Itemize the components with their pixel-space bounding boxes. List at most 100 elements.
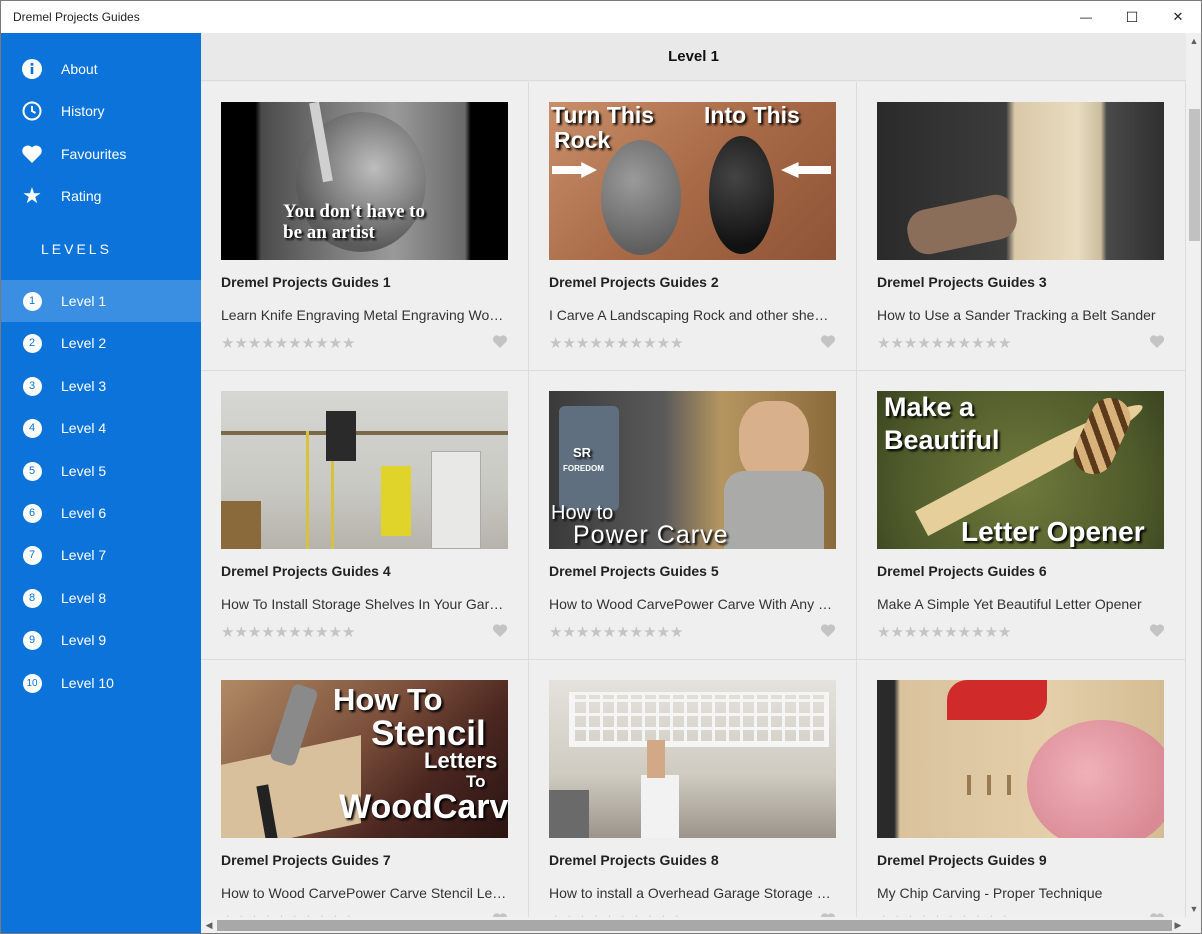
card-title: Dremel Projects Guides 5 xyxy=(549,563,719,579)
sidebar-item-level-6[interactable]: 6 Level 6 xyxy=(1,492,201,534)
video-card-5[interactable]: SR FOREDOM How to Power Carve Dremel Pro… xyxy=(529,371,857,660)
rating-stars[interactable]: ★★★★★★★★★★ xyxy=(877,334,1011,352)
sidebar-item-level-9[interactable]: 9 Level 9 xyxy=(1,619,201,661)
video-card-8[interactable]: Dremel Projects Guides 8 How to install … xyxy=(529,660,857,917)
level-number-icon: 6 xyxy=(21,502,43,524)
levels-header: LEVELS xyxy=(41,241,112,257)
video-thumbnail[interactable]: SR FOREDOM How to Power Carve xyxy=(549,391,836,549)
minimize-icon: — xyxy=(1080,10,1092,24)
sidebar-item-level-8[interactable]: 8 Level 8 xyxy=(1,577,201,619)
sidebar-item-level-5[interactable]: 5 Level 5 xyxy=(1,450,201,492)
scroll-down-arrow-icon[interactable]: ▼ xyxy=(1186,901,1201,917)
level-number-icon: 8 xyxy=(21,587,43,609)
card-description: How to Wood CarvePower Carve Stencil Le… xyxy=(221,885,507,901)
sidebar-item-history[interactable]: History xyxy=(1,90,201,132)
favourite-heart-icon[interactable] xyxy=(820,623,836,643)
sidebar-item-level-7[interactable]: 7 Level 7 xyxy=(1,534,201,576)
video-card-3[interactable]: Dremel Projects Guides 3 How to Use a Sa… xyxy=(857,82,1186,371)
video-card-2[interactable]: Turn This Rock Into This Dremel Projects… xyxy=(529,82,857,371)
video-thumbnail[interactable]: Make a Beautiful Letter Opener xyxy=(877,391,1164,549)
maximize-button[interactable]: ☐ xyxy=(1109,1,1155,33)
thumbnail-caption: Make a xyxy=(884,392,975,422)
sidebar-item-label: Level 2 xyxy=(61,335,107,351)
favourite-heart-icon[interactable] xyxy=(1149,623,1165,643)
thumbnail-caption: FOREDOM xyxy=(563,464,604,473)
window-title: Dremel Projects Guides xyxy=(13,10,140,24)
card-description: Learn Knife Engraving Metal Engraving Wo… xyxy=(221,307,504,323)
card-description: How to Wood CarvePower Carve With Any … xyxy=(549,596,832,612)
video-card-1[interactable]: You don't have to be an artist Dremel Pr… xyxy=(201,82,529,371)
card-description: How to Use a Sander Tracking a Belt Sand… xyxy=(877,307,1156,323)
card-title: Dremel Projects Guides 1 xyxy=(221,274,391,290)
clock-icon xyxy=(21,100,43,122)
title-bar: Dremel Projects Guides — ☐ ✕ xyxy=(1,1,1201,33)
thumbnail-caption: WoodCarve xyxy=(339,788,508,826)
video-card-4[interactable]: Dremel Projects Guides 4 How To Install … xyxy=(201,371,529,660)
rating-stars[interactable]: ★★★★★★★★★★ xyxy=(877,623,1011,641)
card-title: Dremel Projects Guides 3 xyxy=(877,274,1047,290)
favourite-heart-icon[interactable] xyxy=(1149,334,1165,354)
close-button[interactable]: ✕ xyxy=(1155,1,1201,33)
thumbnail-caption: be an artist xyxy=(283,222,375,243)
favourite-heart-icon[interactable] xyxy=(820,334,836,354)
sidebar-item-level-4[interactable]: 4 Level 4 xyxy=(1,407,201,449)
thumbnail-caption: You don't have to xyxy=(283,201,425,222)
rating-stars[interactable]: ★★★★★★★★★★ xyxy=(549,623,683,641)
minimize-button[interactable]: — xyxy=(1063,1,1109,33)
thumbnail-caption: How to xyxy=(551,502,614,524)
thumbnail-caption: Beautiful xyxy=(884,425,1000,455)
video-thumbnail[interactable] xyxy=(877,680,1164,838)
card-title: Dremel Projects Guides 2 xyxy=(549,274,719,290)
thumbnail-caption: Into This xyxy=(704,102,800,128)
level-number-icon: 10 xyxy=(21,672,43,694)
card-description: My Chip Carving - Proper Technique xyxy=(877,885,1103,901)
scroll-left-arrow-icon[interactable]: ◀ xyxy=(201,917,217,933)
horizontal-scrollbar[interactable]: ◀ ▶ xyxy=(201,917,1186,933)
scroll-up-arrow-icon[interactable]: ▲ xyxy=(1186,33,1201,49)
horizontal-scroll-thumb[interactable] xyxy=(217,920,1172,931)
maximize-icon: ☐ xyxy=(1125,8,1139,25)
rating-stars[interactable]: ★★★★★★★★★★ xyxy=(549,334,683,352)
rating-stars[interactable]: ★★★★★★★★★★ xyxy=(221,334,355,352)
scroll-right-arrow-icon[interactable]: ▶ xyxy=(1170,917,1186,933)
sidebar-item-level-1[interactable]: 1 Level 1 xyxy=(1,280,201,322)
video-card-6[interactable]: Make a Beautiful Letter Opener Dremel Pr… xyxy=(857,371,1186,660)
sidebar-item-level-3[interactable]: 3 Level 3 xyxy=(1,365,201,407)
sidebar-item-level-10[interactable]: 10 Level 10 xyxy=(1,662,201,704)
sidebar-item-level-2[interactable]: 2 Level 2 xyxy=(1,322,201,364)
sidebar-item-label: Level 5 xyxy=(61,463,107,479)
vertical-scroll-thumb[interactable] xyxy=(1189,109,1200,241)
card-description: How to install a Overhead Garage Storage… xyxy=(549,885,831,901)
thumbnail-caption: Letter Opener xyxy=(961,516,1145,547)
video-thumbnail[interactable] xyxy=(221,391,508,549)
vertical-scrollbar[interactable]: ▲ ▼ xyxy=(1186,33,1201,917)
heart-icon xyxy=(21,143,43,165)
window-controls: — ☐ ✕ xyxy=(1063,1,1201,33)
rating-stars[interactable]: ★★★★★★★★★★ xyxy=(221,623,355,641)
sidebar-item-label: Favourites xyxy=(61,146,127,162)
sidebar-item-label: Level 1 xyxy=(61,293,107,309)
video-thumbnail[interactable] xyxy=(549,680,836,838)
video-thumbnail[interactable]: You don't have to be an artist xyxy=(221,102,508,260)
main-content: Level 1 You don't have to be an artist D… xyxy=(201,33,1186,917)
sidebar-item-favourites[interactable]: Favourites xyxy=(1,133,201,175)
video-thumbnail[interactable] xyxy=(877,102,1164,260)
sidebar-item-label: Rating xyxy=(61,188,102,204)
sidebar-item-label: Level 3 xyxy=(61,378,107,394)
sidebar-item-label: Level 4 xyxy=(61,420,107,436)
favourite-heart-icon[interactable] xyxy=(492,623,508,643)
sidebar-item-about[interactable]: About xyxy=(1,48,201,90)
favourite-heart-icon[interactable] xyxy=(492,334,508,354)
thumbnail-caption: How To xyxy=(333,682,443,717)
thumbnail-caption: Stencil xyxy=(371,714,486,753)
info-icon xyxy=(21,58,43,80)
level-number-icon: 4 xyxy=(21,417,43,439)
video-thumbnail[interactable]: How To Stencil Letters To WoodCarve xyxy=(221,680,508,838)
sidebar-item-label: Level 9 xyxy=(61,632,107,648)
sidebar-item-rating[interactable]: ★ Rating xyxy=(1,175,201,217)
close-icon: ✕ xyxy=(1172,9,1184,24)
video-card-7[interactable]: How To Stencil Letters To WoodCarve Drem… xyxy=(201,660,529,917)
sidebar: About History Favourites ★ Rating LEVELS… xyxy=(1,33,201,933)
video-card-9[interactable]: Dremel Projects Guides 9 My Chip Carving… xyxy=(857,660,1186,917)
video-thumbnail[interactable]: Turn This Rock Into This xyxy=(549,102,836,260)
